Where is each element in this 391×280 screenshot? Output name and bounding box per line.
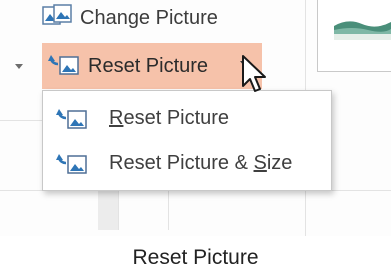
menu-item-label: Reset Picture & Size [109,152,293,174]
caption: Reset Picture [132,246,259,269]
ribbon-divider [118,190,119,230]
picture-thumbnail [334,0,391,40]
reset-picture-icon [48,52,80,81]
mouse-pointer-icon [242,55,266,92]
reset-picture-dropdown-menu: Reset Picture Reset Picture & Size [42,90,332,191]
chevron-down-icon[interactable] [13,60,25,72]
menu-item-reset-picture[interactable]: Reset Picture [43,96,331,140]
change-picture-button[interactable]: Change Picture [42,0,218,38]
reset-picture-icon [55,105,89,136]
menu-item-label: Reset Picture [109,107,230,129]
reset-picture-size-icon [55,150,89,181]
menu-item-reset-picture-and-size[interactable]: Reset Picture & Size [43,141,331,185]
reset-picture-button[interactable]: Reset Picture [42,43,262,89]
change-picture-label: Change Picture [80,6,218,29]
ribbon-shade [98,190,118,230]
change-picture-icon [42,2,72,34]
ribbon-divider [168,190,169,230]
reset-picture-label: Reset Picture [88,54,209,77]
ribbon-divider [0,120,42,121]
